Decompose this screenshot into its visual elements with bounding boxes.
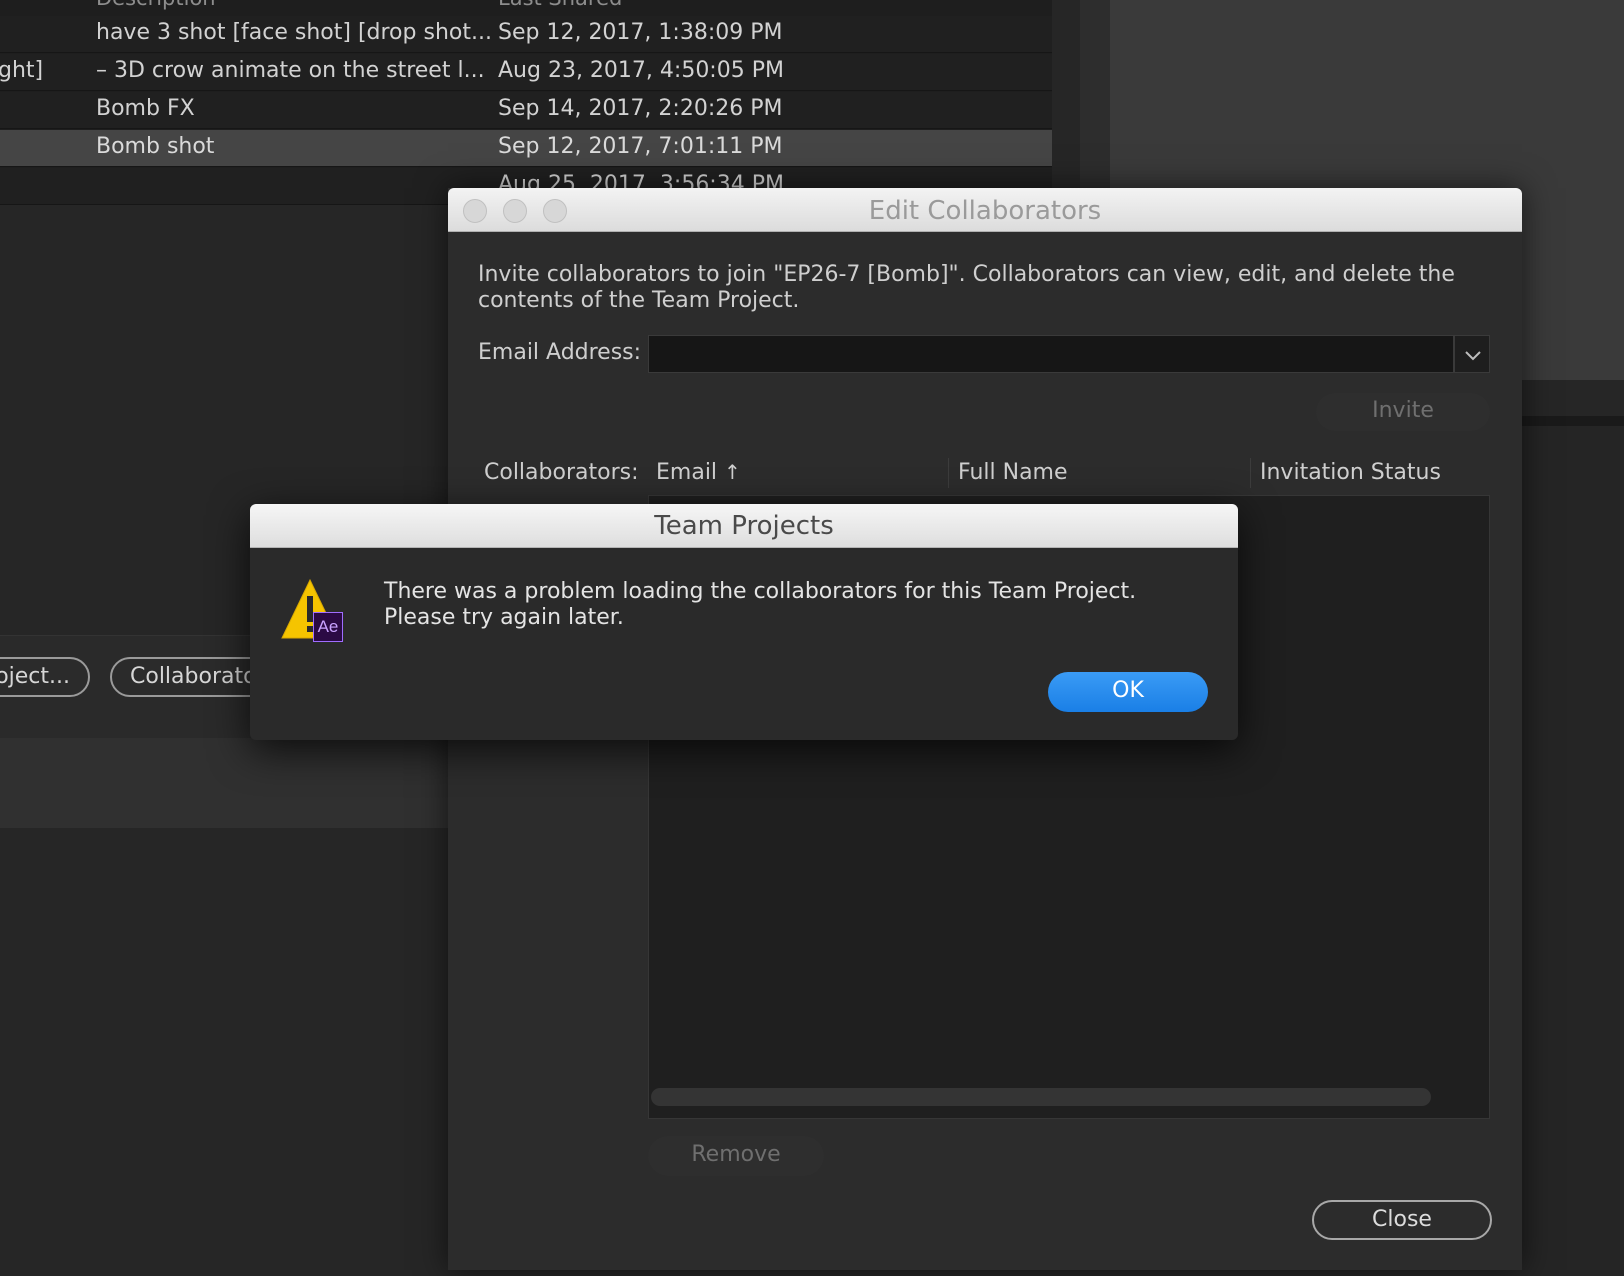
row-last-shared: Aug 23, 2017, 4:50:05 PM [498,58,784,83]
email-dropdown-button[interactable] [1454,335,1490,373]
column-divider[interactable] [1250,458,1251,488]
dialog-title: Edit Collaborators [868,196,1102,226]
alert-message: There was a problem loading the collabor… [384,579,1137,630]
row-description: have 3 shot [face shot] [drop shot... [96,20,492,45]
column-header-description[interactable]: Description [96,0,216,10]
horizontal-scrollbar[interactable] [651,1088,1431,1106]
column-header-invitation-status[interactable]: Invitation Status [1260,460,1441,485]
close-button[interactable]: Close [1312,1200,1492,1240]
email-address-input[interactable] [648,335,1454,373]
row-description: – 3D crow animate on the street l... [96,58,485,83]
panel-footer-lower [0,738,470,828]
dialog-titlebar[interactable]: Edit Collaborators [448,188,1522,232]
collaborators-button[interactable]: Collaborators... [110,657,270,697]
table-row[interactable]: ght] – 3D crow animate on the street l..… [0,54,1052,91]
app-badge-label: Ae [317,617,339,636]
column-header-full-name[interactable]: Full Name [958,460,1068,485]
column-header-last-shared[interactable]: Last Shared [498,0,622,10]
warning-icon: Ae [280,576,346,648]
alert-title: Team Projects [654,511,834,541]
projects-table: Description Last Shared have 3 shot [fac… [0,0,1052,205]
row-name: ght] [0,58,44,83]
sort-ascending-icon: ↑ [724,460,741,484]
table-row-selected[interactable]: Bomb shot Sep 12, 2017, 7:01:11 PM [0,130,1052,167]
row-description: Bomb FX [96,96,195,121]
chevron-down-icon [1465,351,1481,361]
remove-button[interactable]: Remove [648,1136,824,1176]
table-row[interactable]: have 3 shot [face shot] [drop shot... Se… [0,16,1052,53]
row-description: Bomb shot [96,134,215,159]
invite-button[interactable]: Invite [1316,393,1490,431]
team-projects-alert: Team Projects Ae There was a problem loa… [250,504,1238,740]
row-last-shared: Sep 12, 2017, 1:38:09 PM [498,20,783,45]
after-effects-badge-icon: Ae [313,612,343,642]
project-button[interactable]: oject... [0,657,90,697]
email-address-label: Email Address: [478,340,642,365]
column-header-email-label: Email [656,460,718,485]
dialog-intro-text: Invite collaborators to join "EP26-7 [Bo… [478,262,1455,313]
alert-titlebar[interactable]: Team Projects [250,504,1238,548]
row-last-shared: Sep 12, 2017, 7:01:11 PM [498,134,783,159]
collaborators-label: Collaborators: [484,460,639,485]
column-header-email[interactable]: Email ↑ [656,460,741,485]
ok-button[interactable]: OK [1048,672,1208,712]
row-last-shared: Sep 14, 2017, 2:20:26 PM [498,96,783,121]
column-divider[interactable] [948,458,949,488]
table-row[interactable]: Bomb FX Sep 14, 2017, 2:20:26 PM [0,92,1052,129]
